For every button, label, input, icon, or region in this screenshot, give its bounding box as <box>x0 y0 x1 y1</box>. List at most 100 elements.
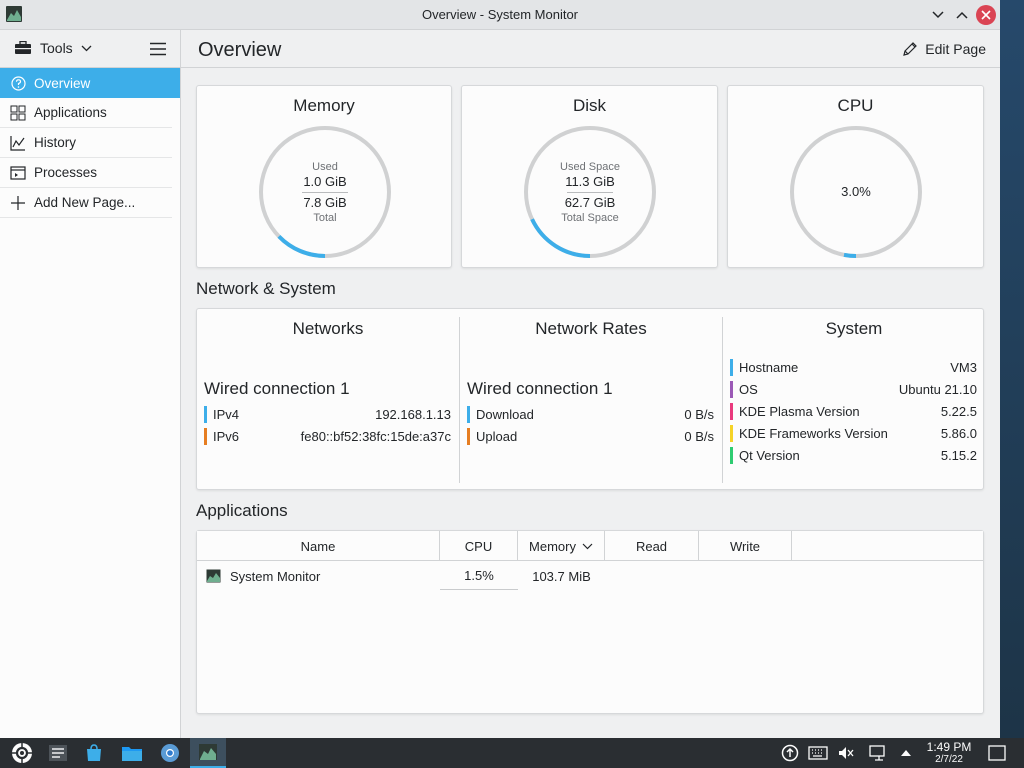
page-title: Overview <box>198 39 282 61</box>
discover-button[interactable] <box>76 738 112 768</box>
color-indicator <box>467 405 470 423</box>
edit-page-button[interactable]: Edit Page <box>902 41 986 57</box>
sidebar-item-overview[interactable]: Overview <box>0 68 180 98</box>
close-button[interactable] <box>976 5 996 25</box>
row-value: Ubuntu 21.10 <box>898 381 977 397</box>
sort-descending-icon <box>582 543 593 549</box>
sidebar-item-applications[interactable]: Applications <box>0 98 172 128</box>
grid-icon <box>10 105 26 121</box>
qt-version-row: Qt Version 5.15.2 <box>730 445 977 465</box>
sidebar-item-label: Applications <box>34 105 107 120</box>
digital-clock[interactable]: 1:49 PM 2/7/22 <box>918 741 980 766</box>
row-key: Hostname <box>739 359 799 375</box>
cpu-usage-value: 3.0% <box>841 184 871 199</box>
hostname-row: Hostname VM3 <box>730 357 977 377</box>
sidebar-item-add-new-page[interactable]: Add New Page... <box>0 188 172 218</box>
sidebar-header: Tools <box>0 30 180 68</box>
memory-value: 103.7 MiB <box>532 568 591 584</box>
app-launcher-icon <box>12 743 32 763</box>
disk-card: Disk Used Space 11.3 GiB 62.7 GiB Total … <box>461 85 718 268</box>
network-system-card: Networks Wired connection 1 IPv4 192.168… <box>196 308 984 490</box>
toolbox-icon <box>15 41 31 54</box>
column-header-memory[interactable]: Memory <box>518 531 605 561</box>
column-label: Memory <box>529 538 576 554</box>
sidebar-item-label: Processes <box>34 165 98 180</box>
networks-column: Networks Wired connection 1 IPv4 192.168… <box>197 309 459 489</box>
row-key: IPv4 <box>213 406 240 422</box>
color-indicator <box>730 446 733 464</box>
memory-total-label: Total <box>313 211 337 224</box>
memory-used-label: Used <box>312 160 338 173</box>
upload-row: Upload 0 B/s <box>467 426 714 446</box>
help-circle-icon <box>10 75 26 91</box>
connection-name: Wired connection 1 <box>467 379 613 398</box>
chromium-button[interactable] <box>152 738 188 768</box>
row-value: 192.168.1.13 <box>375 406 451 422</box>
table-row[interactable]: System Monitor 1.5% 103.7 MiB <box>197 562 983 590</box>
updates-tray-icon[interactable] <box>778 738 802 768</box>
hamburger-menu-icon[interactable] <box>150 42 166 56</box>
app-launcher-button[interactable] <box>4 738 40 768</box>
maximize-button[interactable] <box>952 5 972 25</box>
tools-menu-button[interactable]: Tools <box>14 40 92 56</box>
cpu-value: 1.5% <box>464 568 494 583</box>
row-value: 0 B/s <box>684 428 714 444</box>
divider <box>302 191 348 193</box>
clock-time: 1:49 PM <box>926 740 972 754</box>
system-monitor-task[interactable] <box>190 738 226 768</box>
network-tray-icon[interactable] <box>866 738 890 768</box>
keyboard-tray-icon[interactable] <box>806 738 830 768</box>
row-value: 5.15.2 <box>940 447 977 463</box>
row-key: KDE Frameworks Version <box>739 425 888 441</box>
memory-used-value: 1.0 GiB <box>303 173 347 189</box>
ipv6-row: IPv6 fe80::bf52:38fc:15de:a37c <box>204 426 451 446</box>
cpu-card: CPU 3.0% <box>727 85 984 268</box>
volume-tray-icon[interactable] <box>834 738 858 768</box>
divider <box>567 191 613 193</box>
memory-card: Memory Used 1.0 GiB 7.8 GiB Total <box>196 85 452 268</box>
applications-heading: Applications <box>196 501 288 520</box>
column-header-cpu[interactable]: CPU <box>440 531 518 561</box>
sidebar: Tools Overview Applications History Proc… <box>0 30 181 738</box>
applications-table: Name CPU Memory Read Write System Monito… <box>196 530 984 714</box>
color-indicator <box>730 380 733 398</box>
tray-expand-button[interactable] <box>894 738 918 768</box>
task-manager-button[interactable] <box>40 738 76 768</box>
chevron-up-icon <box>956 11 968 19</box>
row-key: OS <box>739 381 758 397</box>
color-indicator <box>204 405 207 423</box>
pencil-icon <box>903 42 918 56</box>
network-system-heading: Network & System <box>196 279 336 298</box>
chart-line-icon <box>10 135 26 151</box>
column-header-read[interactable]: Read <box>605 531 699 561</box>
cpu-readout: 3.0% <box>788 124 924 260</box>
disk-used-value: 11.3 GiB <box>565 173 615 189</box>
keyboard-icon <box>808 746 828 760</box>
updates-icon <box>781 744 799 762</box>
discover-store-icon <box>87 744 101 761</box>
clock-date: 2/7/22 <box>935 754 963 765</box>
sidebar-item-history[interactable]: History <box>0 128 172 158</box>
column-label: Read <box>635 538 668 554</box>
row-key: Upload <box>476 428 518 444</box>
system-monitor-icon <box>206 569 221 583</box>
cpu-cell: 1.5% <box>440 562 518 590</box>
column-header-write[interactable]: Write <box>699 531 792 561</box>
row-value: VM3 <box>950 359 977 375</box>
app-name-cell: System Monitor <box>206 562 436 590</box>
chevron-down-icon <box>932 11 944 19</box>
task-manager-icon <box>49 745 67 761</box>
desktop-background <box>1000 0 1024 738</box>
column-header-name[interactable]: Name <box>197 531 440 561</box>
network-rates-column: Network Rates Wired connection 1 Downloa… <box>460 309 722 489</box>
write-cell <box>699 562 792 590</box>
disk-used-label: Used Space <box>560 160 620 173</box>
cpu-title: CPU <box>837 96 874 115</box>
memory-cell: 103.7 MiB <box>518 562 605 590</box>
download-row: Download 0 B/s <box>467 404 714 424</box>
show-desktop-button[interactable] <box>984 738 1010 768</box>
sidebar-item-processes[interactable]: Processes <box>0 158 172 188</box>
row-value: 5.22.5 <box>940 403 977 419</box>
dolphin-button[interactable] <box>114 738 150 768</box>
minimize-button[interactable] <box>928 5 948 25</box>
